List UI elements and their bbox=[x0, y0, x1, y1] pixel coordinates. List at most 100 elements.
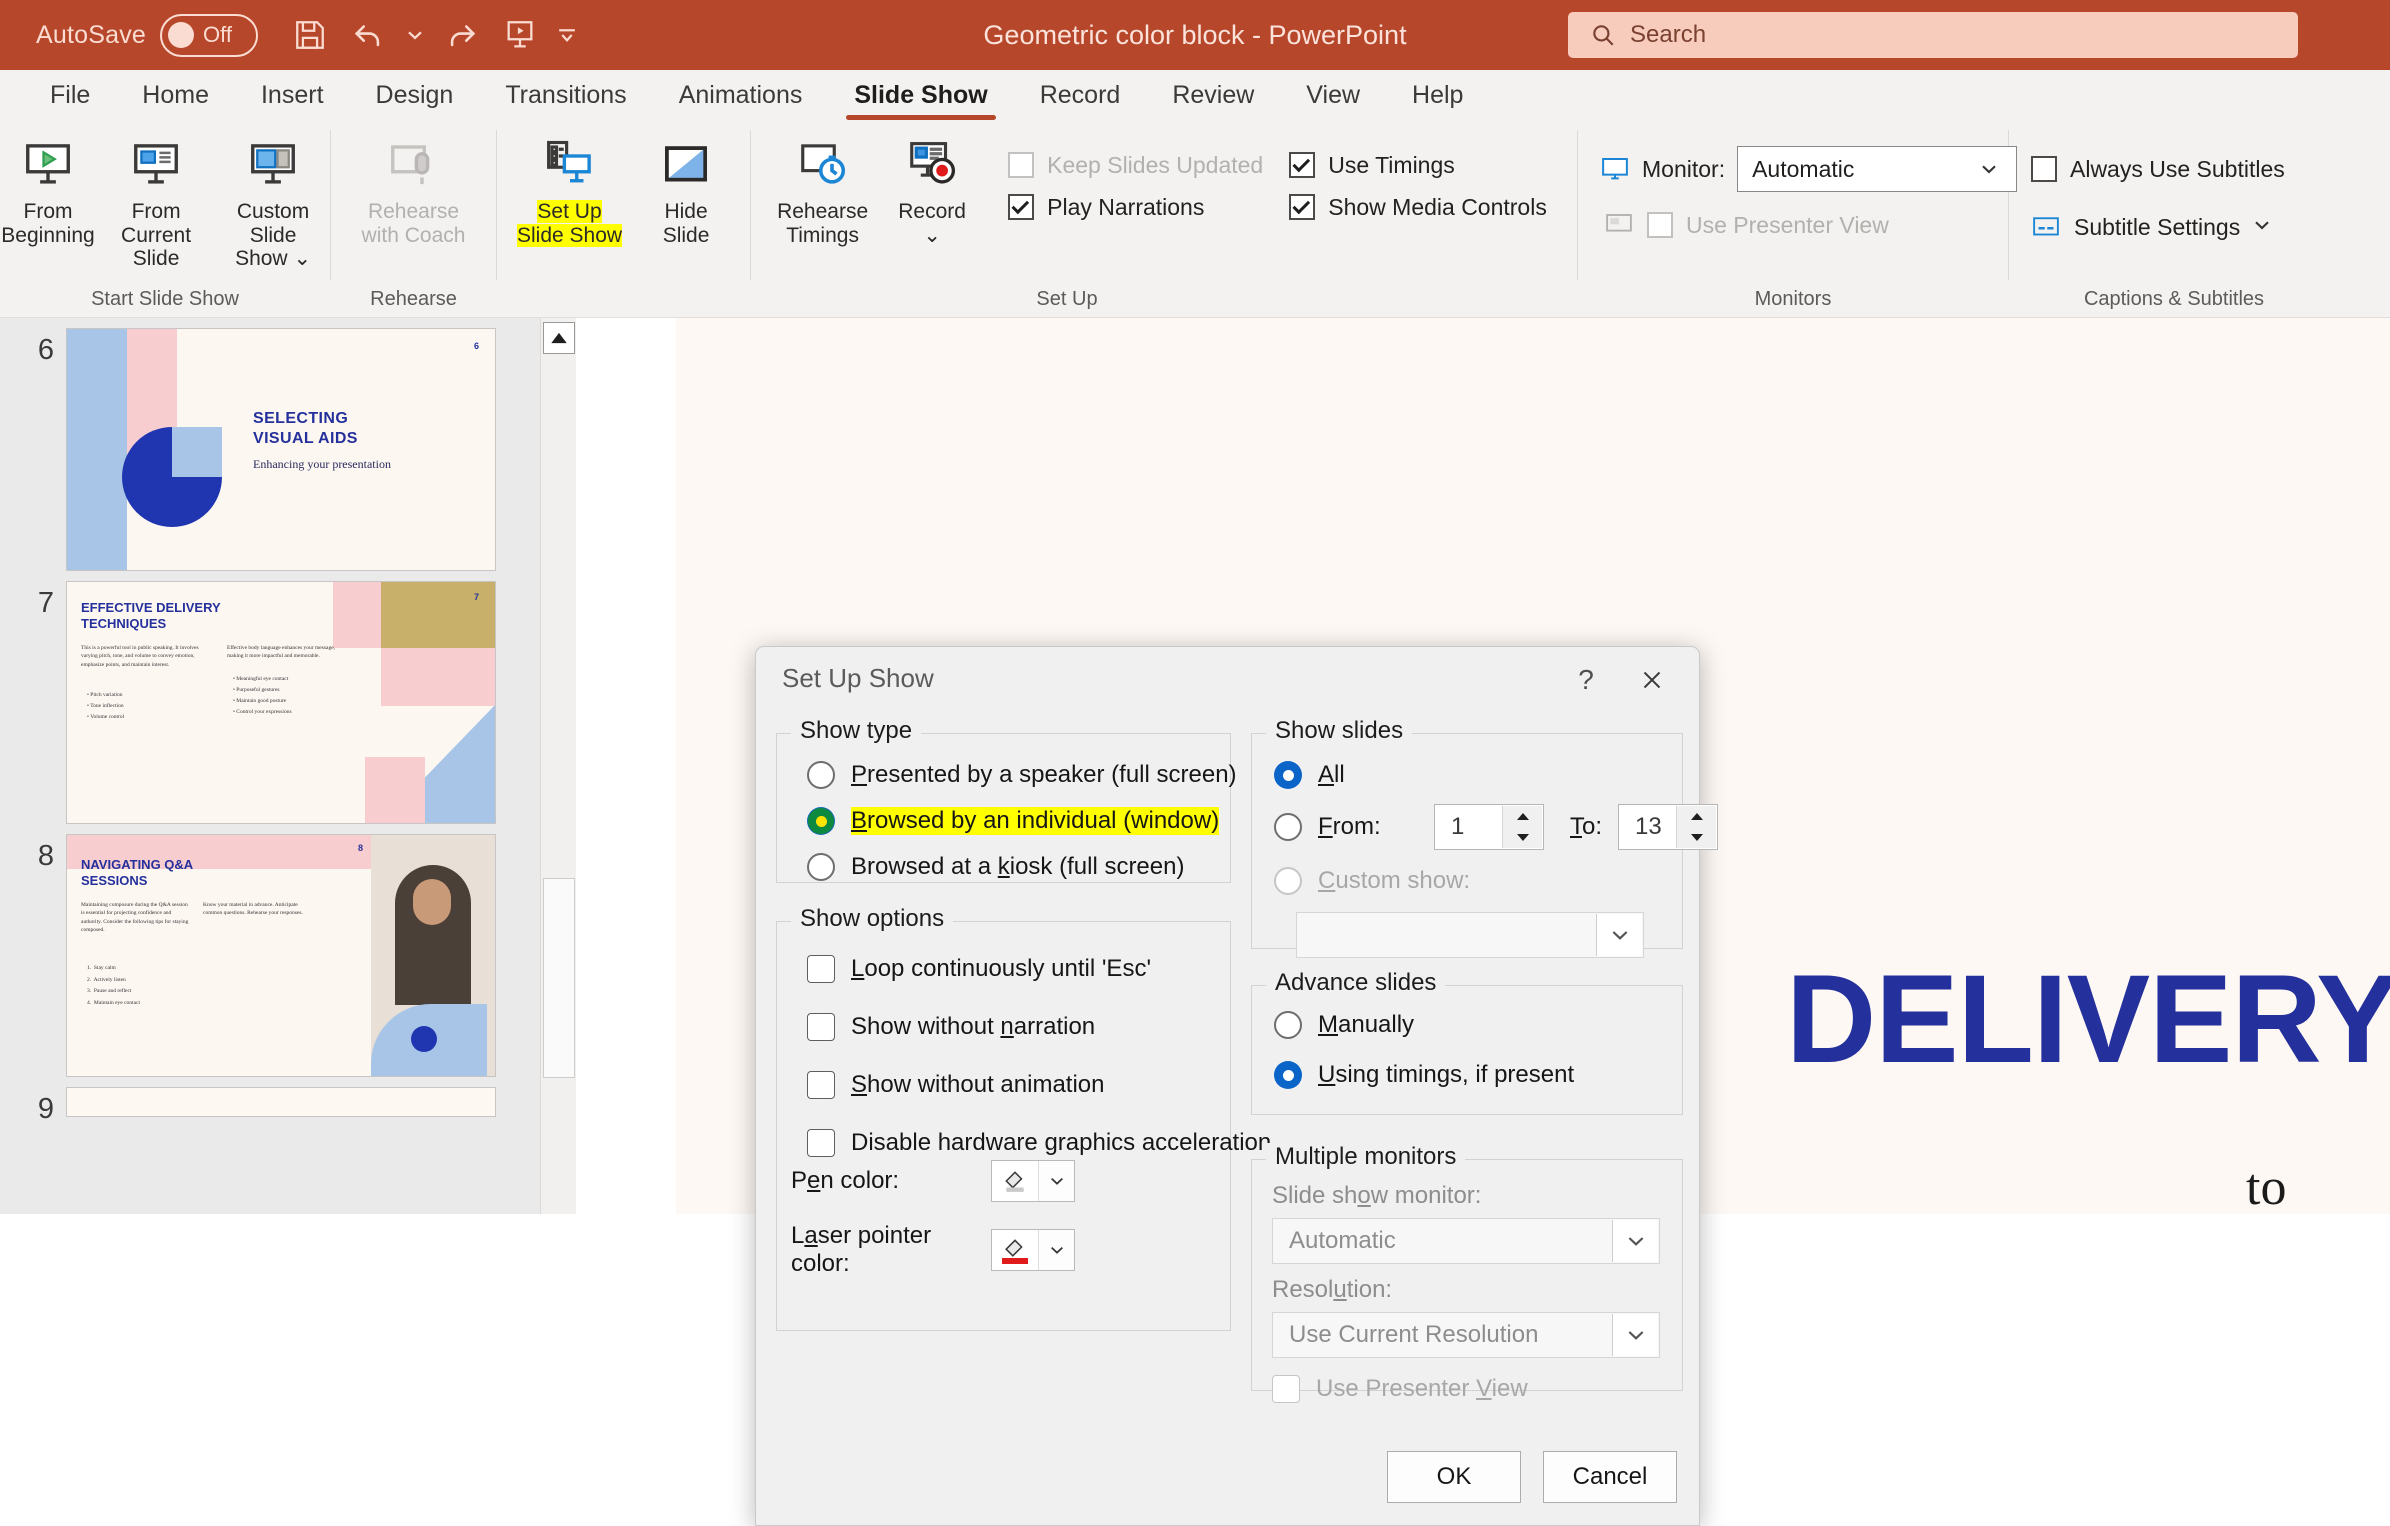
thumbnail-subtitle: Enhancing your presentation bbox=[253, 457, 391, 472]
help-icon[interactable]: ? bbox=[1565, 659, 1607, 701]
record-chevron-down-icon[interactable]: ⌄ bbox=[923, 224, 941, 247]
slide-show-monitor-value: Automatic bbox=[1289, 1227, 1396, 1255]
use-presenter-view-ribbon-checkbox[interactable]: Use Presenter View bbox=[1604, 204, 1889, 246]
chevron-down-icon[interactable] bbox=[1596, 914, 1642, 956]
radio-all-slides[interactable]: All bbox=[1274, 752, 1718, 798]
set-up-slide-show-button[interactable]: Set Up Slide Show bbox=[507, 130, 632, 251]
custom-show-select[interactable] bbox=[1296, 912, 1644, 958]
thumbnail-item[interactable]: 8 NAVIGATING Q&ASESSIONS Maintaining com… bbox=[0, 824, 540, 1077]
laser-pointer-chevron-down-icon[interactable] bbox=[1038, 1230, 1074, 1270]
from-beginning-label-1: From bbox=[24, 200, 73, 223]
always-use-subtitles-checkbox[interactable]: Always Use Subtitles bbox=[2031, 148, 2285, 190]
customize-quick-access-icon[interactable] bbox=[552, 9, 582, 61]
checkbox-show-without-narration[interactable]: Show without narration bbox=[807, 1004, 1271, 1050]
checkbox-label: Use Presenter View bbox=[1316, 1375, 1528, 1403]
checkbox-use-presenter-view[interactable]: Use Presenter View bbox=[1272, 1366, 1664, 1412]
radio-browsed-by-individual[interactable]: Browsed by an individual (window) bbox=[807, 798, 1237, 844]
slide-thumbnail-8[interactable]: NAVIGATING Q&ASESSIONS Maintaining compo… bbox=[66, 834, 496, 1077]
checkbox-show-without-animation[interactable]: Show without animation bbox=[807, 1062, 1271, 1108]
undo-icon[interactable] bbox=[342, 9, 394, 61]
chevron-down-icon[interactable] bbox=[1612, 1220, 1658, 1262]
radio-advance-using-timings[interactable]: Using timings, if present bbox=[1274, 1052, 1574, 1098]
tab-record[interactable]: Record bbox=[1014, 81, 1147, 122]
tab-design[interactable]: Design bbox=[350, 81, 480, 122]
tab-review[interactable]: Review bbox=[1146, 81, 1280, 122]
stepper-up-icon[interactable] bbox=[1503, 806, 1542, 827]
checkbox-loop-continuously[interactable]: Loop continuously until 'Esc' bbox=[807, 946, 1271, 992]
tab-animations[interactable]: Animations bbox=[653, 81, 829, 122]
chevron-down-icon[interactable] bbox=[1970, 147, 2008, 191]
play-narrations-checkbox[interactable]: Play Narrations bbox=[1008, 186, 1263, 228]
radio-custom-show[interactable]: Custom show: bbox=[1274, 858, 1718, 904]
scrollbar-thumb[interactable] bbox=[543, 878, 575, 1078]
slide-show-monitor-select[interactable]: Automatic bbox=[1272, 1218, 1660, 1264]
from-beginning-button[interactable]: From Beginning bbox=[0, 130, 96, 275]
tab-file[interactable]: File bbox=[24, 81, 116, 122]
autosave-control[interactable]: AutoSave Off bbox=[36, 14, 258, 57]
checkbox-box bbox=[1008, 194, 1034, 220]
pen-color-picker[interactable] bbox=[991, 1160, 1075, 1202]
ribbon-group-rehearse: Rehearse with Coach Rehearse bbox=[331, 122, 496, 317]
tab-view[interactable]: View bbox=[1280, 81, 1386, 122]
radio-browsed-at-kiosk[interactable]: Browsed at a kiosk (full screen) bbox=[807, 844, 1237, 890]
slide-thumbnail-pane[interactable]: 6 SELECTINGVISUAL AIDS Enhancing your pr… bbox=[0, 318, 540, 1214]
pen-color-chevron-down-icon[interactable] bbox=[1038, 1161, 1074, 1201]
thumbnail-item[interactable]: 9 bbox=[0, 1077, 540, 1126]
stepper-down-icon[interactable] bbox=[1677, 827, 1716, 848]
to-stepper-buttons[interactable] bbox=[1676, 806, 1716, 848]
tab-transitions[interactable]: Transitions bbox=[479, 81, 652, 122]
resolution-select[interactable]: Use Current Resolution bbox=[1272, 1312, 1660, 1358]
radio-presented-by-speaker[interactable]: Presented by a speaker (full screen) bbox=[807, 752, 1237, 798]
rehearse-with-coach-button[interactable]: Rehearse with Coach bbox=[352, 130, 476, 251]
subtitle-settings-chevron-down-icon[interactable] bbox=[2253, 216, 2271, 239]
thumbnail-scrollbar[interactable] bbox=[540, 318, 576, 1214]
show-media-controls-checkbox[interactable]: Show Media Controls bbox=[1289, 186, 1547, 228]
slide-thumbnail-7[interactable]: EFFECTIVE DELIVERYTECHNIQUES This is a p… bbox=[66, 581, 496, 824]
use-presenter-view-label: Use Presenter View bbox=[1686, 212, 1889, 239]
cancel-button[interactable]: Cancel bbox=[1543, 1451, 1677, 1503]
monitor-select[interactable]: Automatic bbox=[1737, 146, 2017, 192]
custom-slide-show-button[interactable]: Custom Slide Show ⌄ bbox=[216, 130, 330, 275]
save-icon[interactable] bbox=[284, 9, 336, 61]
record-button[interactable]: Record ⌄ bbox=[884, 130, 980, 251]
rehearse-timings-button[interactable]: Rehearse Timings bbox=[767, 130, 878, 251]
from-current-slide-button[interactable]: From Current Slide bbox=[100, 130, 212, 275]
custom-slide-show-chevron-down-icon[interactable]: ⌄ bbox=[293, 247, 311, 270]
from-beginning-icon bbox=[21, 134, 75, 196]
search-input[interactable]: Search bbox=[1568, 12, 2298, 58]
tab-slide-show[interactable]: Slide Show bbox=[828, 81, 1013, 122]
radio-from-to[interactable]: From: 1 To: 13 bbox=[1274, 804, 1718, 850]
slide-thumbnail-9[interactable] bbox=[66, 1087, 496, 1117]
undo-dropdown-chevron-down-icon[interactable] bbox=[400, 9, 430, 61]
checkbox-box bbox=[1289, 152, 1315, 178]
keep-slides-updated-checkbox[interactable]: Keep Slides Updated bbox=[1008, 144, 1263, 186]
use-timings-checkbox[interactable]: Use Timings bbox=[1289, 144, 1547, 186]
from-slide-value: 1 bbox=[1451, 813, 1464, 841]
stepper-up-icon[interactable] bbox=[1677, 806, 1716, 827]
from-current-label-1: From bbox=[132, 200, 181, 223]
tab-home[interactable]: Home bbox=[116, 81, 235, 122]
redo-icon[interactable] bbox=[436, 9, 488, 61]
hide-slide-button[interactable]: Hide Slide bbox=[638, 130, 734, 251]
workspace: 6 SELECTINGVISUAL AIDS Enhancing your pr… bbox=[0, 318, 2390, 1214]
thumbnail-right-body: Effective body language enhances your me… bbox=[227, 644, 352, 661]
radio-advance-manually[interactable]: Manually bbox=[1274, 1002, 1574, 1048]
tab-help[interactable]: Help bbox=[1386, 81, 1489, 122]
stepper-down-icon[interactable] bbox=[1503, 827, 1542, 848]
slide-thumbnail-6[interactable]: SELECTINGVISUAL AIDS Enhancing your pres… bbox=[66, 328, 496, 571]
laser-pointer-color-picker[interactable] bbox=[991, 1229, 1075, 1271]
thumbnail-item[interactable]: 7 EFFECTIVE DELIVERYTECHNIQUES This is a… bbox=[0, 571, 540, 824]
subtitle-settings-button[interactable]: Subtitle Settings bbox=[2031, 206, 2271, 248]
autosave-toggle[interactable]: Off bbox=[160, 14, 258, 57]
tab-insert[interactable]: Insert bbox=[235, 81, 350, 122]
scroll-up-button[interactable] bbox=[543, 322, 575, 354]
start-presentation-icon[interactable] bbox=[494, 9, 546, 61]
from-slide-stepper[interactable]: 1 bbox=[1434, 804, 1544, 850]
ok-button[interactable]: OK bbox=[1387, 1451, 1521, 1503]
set-up-show-dialog[interactable]: Set Up Show ? Show type Presented by a s… bbox=[755, 646, 1700, 1526]
from-stepper-buttons[interactable] bbox=[1502, 806, 1542, 848]
close-icon[interactable] bbox=[1631, 659, 1673, 701]
chevron-down-icon[interactable] bbox=[1612, 1314, 1658, 1356]
to-slide-stepper[interactable]: 13 bbox=[1618, 804, 1718, 850]
thumbnail-item[interactable]: 6 SELECTINGVISUAL AIDS Enhancing your pr… bbox=[0, 318, 540, 571]
